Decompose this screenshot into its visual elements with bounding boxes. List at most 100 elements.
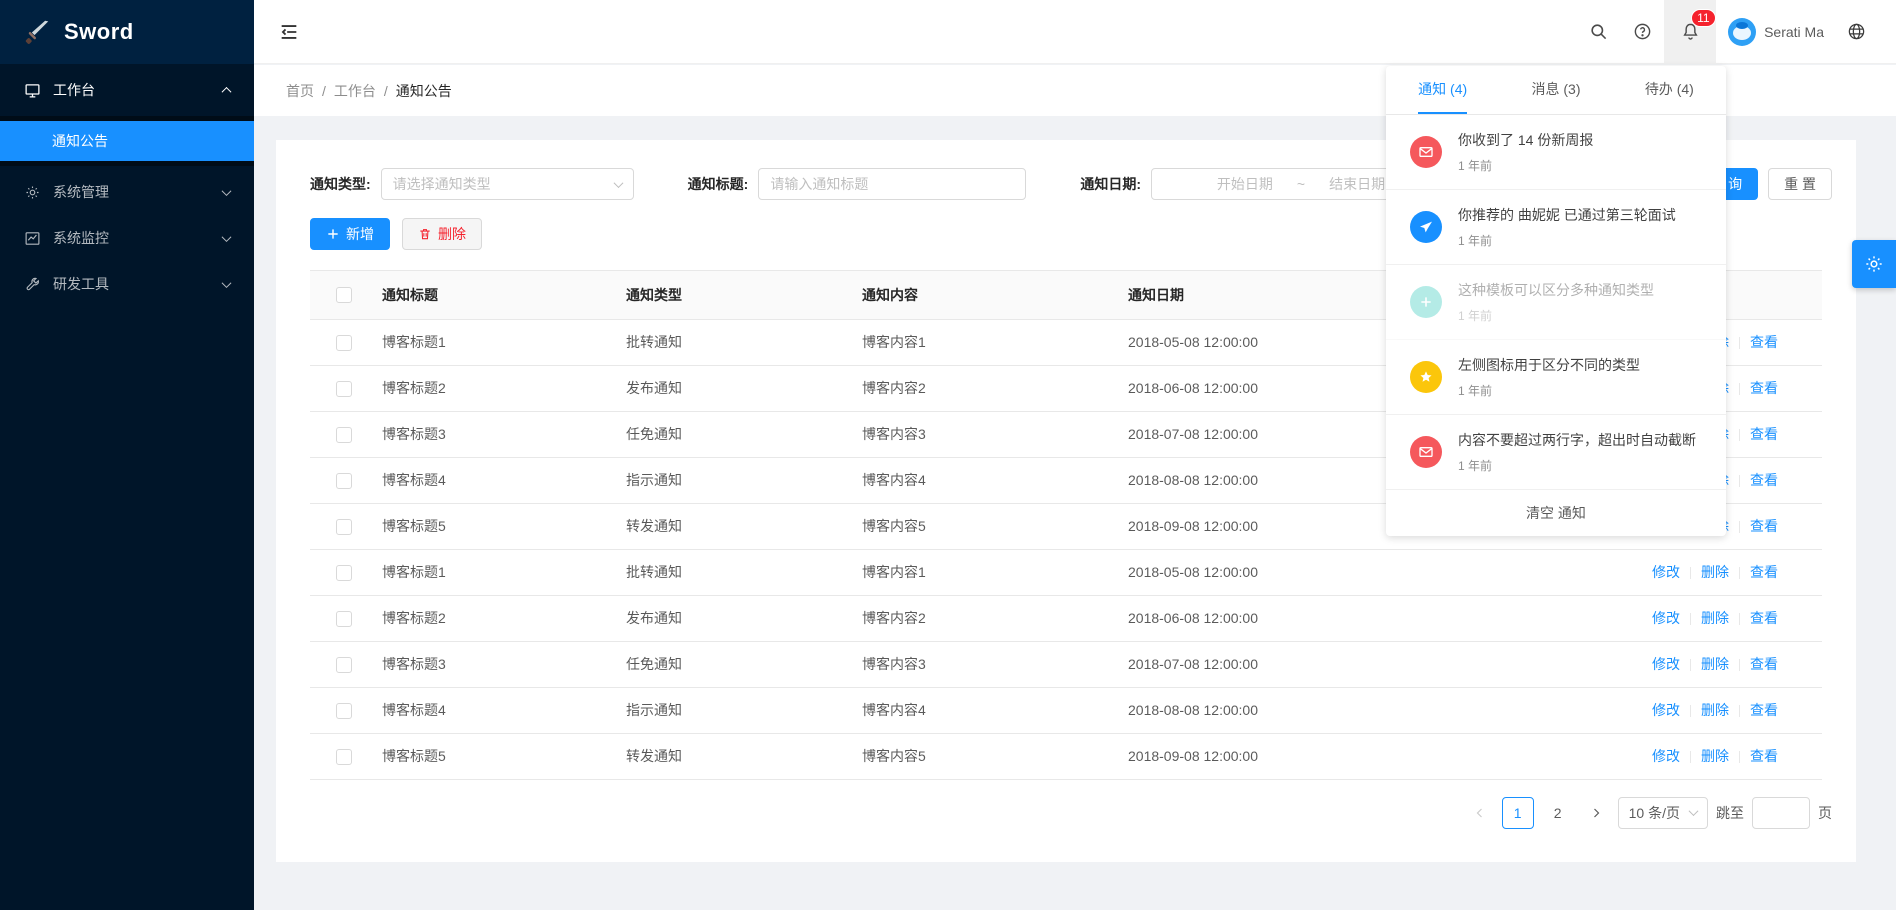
- gear-icon: [24, 184, 41, 201]
- tab-messages[interactable]: 消息 (3): [1499, 66, 1612, 114]
- row-checkbox[interactable]: [336, 565, 352, 581]
- edit-link[interactable]: 修改: [1652, 702, 1680, 718]
- edit-link[interactable]: 修改: [1652, 656, 1680, 672]
- notification-title: 你推荐的 曲妮妮 已通过第三轮面试: [1458, 205, 1706, 225]
- clear-notifications-button[interactable]: 清空 通知: [1386, 490, 1726, 536]
- table-row: 博客标题5 转发通知 博客内容5 2018-09-08 12:00:00 修改删…: [310, 733, 1822, 779]
- notification-title: 左侧图标用于区分不同的类型: [1458, 355, 1706, 375]
- prev-page-button[interactable]: [1466, 799, 1494, 827]
- question-icon: [1633, 22, 1652, 41]
- notification-item[interactable]: 你收到了 14 份新周报 1 年前: [1386, 115, 1726, 190]
- delete-link[interactable]: 删除: [1701, 564, 1729, 580]
- edit-link[interactable]: 修改: [1652, 748, 1680, 764]
- page-number-2[interactable]: 2: [1542, 797, 1574, 829]
- user-menu[interactable]: Serati Ma: [1716, 0, 1836, 63]
- theme-settings-button[interactable]: [1852, 240, 1896, 288]
- notification-item[interactable]: 你推荐的 曲妮妮 已通过第三轮面试 1 年前: [1386, 190, 1726, 265]
- edit-link[interactable]: 修改: [1652, 610, 1680, 626]
- gear-icon: [1864, 254, 1884, 274]
- row-checkbox[interactable]: [336, 519, 352, 535]
- row-checkbox[interactable]: [336, 473, 352, 489]
- delete-link[interactable]: 删除: [1701, 748, 1729, 764]
- chevron-down-icon: [222, 232, 232, 242]
- cell-title: 博客标题4: [374, 687, 618, 733]
- select-all-checkbox[interactable]: [336, 287, 352, 303]
- view-link[interactable]: 查看: [1750, 702, 1778, 718]
- notification-item[interactable]: 左侧图标用于区分不同的类型 1 年前: [1386, 340, 1726, 415]
- sidebar-item-label: 系统管理: [53, 182, 223, 202]
- col-content: 通知内容: [854, 271, 1120, 319]
- notification-item[interactable]: 内容不要超过两行字，超出时自动截断 1 年前: [1386, 415, 1726, 490]
- edit-link[interactable]: 修改: [1652, 564, 1680, 580]
- chevron-up-icon: [222, 86, 232, 96]
- table-row: 博客标题4 指示通知 博客内容4 2018-08-08 12:00:00 修改删…: [310, 687, 1822, 733]
- help-button[interactable]: [1620, 0, 1664, 63]
- breadcrumb-separator: /: [384, 83, 388, 99]
- delete-link[interactable]: 删除: [1701, 656, 1729, 672]
- row-checkbox[interactable]: [336, 427, 352, 443]
- notification-time: 1 年前: [1458, 382, 1706, 399]
- cell-date: 2018-05-08 12:00:00: [1120, 549, 1386, 595]
- header-actions: 11 Serati Ma: [1576, 0, 1896, 63]
- row-checkbox[interactable]: [336, 703, 352, 719]
- reset-button[interactable]: 重 置: [1768, 168, 1832, 200]
- notice-title-input[interactable]: [758, 168, 1026, 200]
- search-button[interactable]: [1576, 0, 1620, 63]
- page-unit-label: 页: [1818, 803, 1832, 823]
- cell-date: 2018-06-08 12:00:00: [1120, 365, 1386, 411]
- tab-todos[interactable]: 待办 (4): [1613, 66, 1726, 114]
- sidebar-item-notice[interactable]: 通知公告: [0, 121, 254, 161]
- sidebar-item-workbench[interactable]: 工作台: [0, 70, 254, 110]
- sidebar-item-system-monitor[interactable]: 系统监控: [0, 218, 254, 258]
- language-button[interactable]: [1836, 0, 1876, 63]
- sidebar-item-system-mgmt[interactable]: 系统管理: [0, 172, 254, 212]
- view-link[interactable]: 查看: [1750, 656, 1778, 672]
- view-link[interactable]: 查看: [1750, 380, 1778, 396]
- delete-link[interactable]: 删除: [1701, 610, 1729, 626]
- star-icon: [1410, 361, 1442, 393]
- breadcrumb-home[interactable]: 首页: [286, 81, 314, 101]
- notification-item-read[interactable]: 这种模板可以区分多种通知类型 1 年前: [1386, 265, 1726, 340]
- delete-link[interactable]: 删除: [1701, 702, 1729, 718]
- row-checkbox[interactable]: [336, 657, 352, 673]
- cell-date: 2018-06-08 12:00:00: [1120, 595, 1386, 641]
- view-link[interactable]: 查看: [1750, 610, 1778, 626]
- row-checkbox[interactable]: [336, 335, 352, 351]
- tab-notifications[interactable]: 通知 (4): [1386, 66, 1499, 114]
- date-end-placeholder: 结束日期: [1329, 174, 1385, 194]
- search-icon: [1589, 22, 1608, 41]
- page-number-1[interactable]: 1: [1502, 797, 1534, 829]
- logo[interactable]: Sword: [0, 0, 254, 64]
- view-link[interactable]: 查看: [1750, 564, 1778, 580]
- sidebar-item-dev-tools[interactable]: 研发工具: [0, 264, 254, 304]
- notification-title: 你收到了 14 份新周报: [1458, 130, 1706, 150]
- add-button[interactable]: 新增: [310, 218, 390, 250]
- view-link[interactable]: 查看: [1750, 748, 1778, 764]
- view-link[interactable]: 查看: [1750, 518, 1778, 534]
- view-link[interactable]: 查看: [1750, 426, 1778, 442]
- user-name: Serati Ma: [1764, 24, 1824, 40]
- notifications-button[interactable]: 11: [1664, 0, 1716, 63]
- notification-time: 1 年前: [1458, 232, 1706, 249]
- row-checkbox[interactable]: [336, 749, 352, 765]
- view-link[interactable]: 查看: [1750, 472, 1778, 488]
- notice-type-select[interactable]: 请选择通知类型: [381, 168, 634, 200]
- notification-badge: 11: [1691, 9, 1715, 27]
- row-checkbox[interactable]: [336, 611, 352, 627]
- notice-type-placeholder: 请选择通知类型: [393, 174, 491, 194]
- next-page-button[interactable]: [1582, 799, 1610, 827]
- chevron-right-icon: [1590, 807, 1602, 819]
- breadcrumb-workbench[interactable]: 工作台: [334, 81, 376, 101]
- sidebar: Sword 工作台 通知公告 系统管理 系统监控 研发工具: [0, 0, 254, 910]
- sidebar-item-label: 系统监控: [53, 228, 223, 248]
- cell-title: 博客标题5: [374, 503, 618, 549]
- page-size-select[interactable]: 10 条/页: [1618, 797, 1708, 829]
- cell-type: 指示通知: [618, 457, 854, 503]
- chevron-left-icon: [1474, 807, 1486, 819]
- row-checkbox[interactable]: [336, 381, 352, 397]
- jump-page-input[interactable]: [1752, 797, 1810, 829]
- batch-delete-button[interactable]: 删除: [402, 218, 482, 250]
- chevron-down-icon: [613, 178, 623, 188]
- menu-fold-icon[interactable]: [278, 21, 300, 43]
- view-link[interactable]: 查看: [1750, 334, 1778, 350]
